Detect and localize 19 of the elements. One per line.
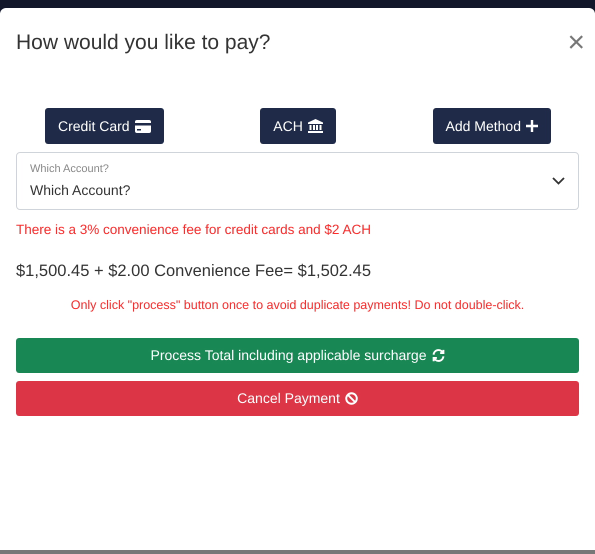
dialog-title: How would you like to pay? bbox=[16, 30, 270, 56]
credit-card-icon bbox=[134, 120, 151, 132]
chevron-down-icon bbox=[552, 177, 565, 185]
close-button[interactable]: × bbox=[567, 28, 585, 58]
field-value: Which Account? bbox=[30, 180, 130, 200]
action-button[interactable]: Cancel Payment bbox=[16, 380, 579, 416]
account-select[interactable]: Which Account? Which Account? bbox=[16, 152, 579, 210]
refresh-icon bbox=[432, 348, 444, 362]
field-label: Which Account? bbox=[30, 162, 110, 178]
action-button[interactable]: Process Total including applicable surcharge bbox=[16, 338, 579, 373]
payment-method-button[interactable]: ACH bbox=[260, 108, 336, 144]
ban-icon bbox=[344, 392, 358, 405]
plus-icon bbox=[526, 120, 538, 132]
fee-notice: There is a 3% convenience fee for credit cards and $2 ACH bbox=[16, 221, 372, 239]
total-summary: $1,500.45 + $2.00 Convenience Fee= $1,502.45 bbox=[16, 261, 372, 282]
warning-text: Only click "process" button once to avoid duplicate payments! Do not double-click. bbox=[70, 297, 526, 314]
payment-method-button[interactable]: Credit Card bbox=[45, 108, 164, 144]
payment-method-button[interactable]: Add Method bbox=[432, 108, 551, 144]
bank-icon bbox=[308, 119, 323, 133]
